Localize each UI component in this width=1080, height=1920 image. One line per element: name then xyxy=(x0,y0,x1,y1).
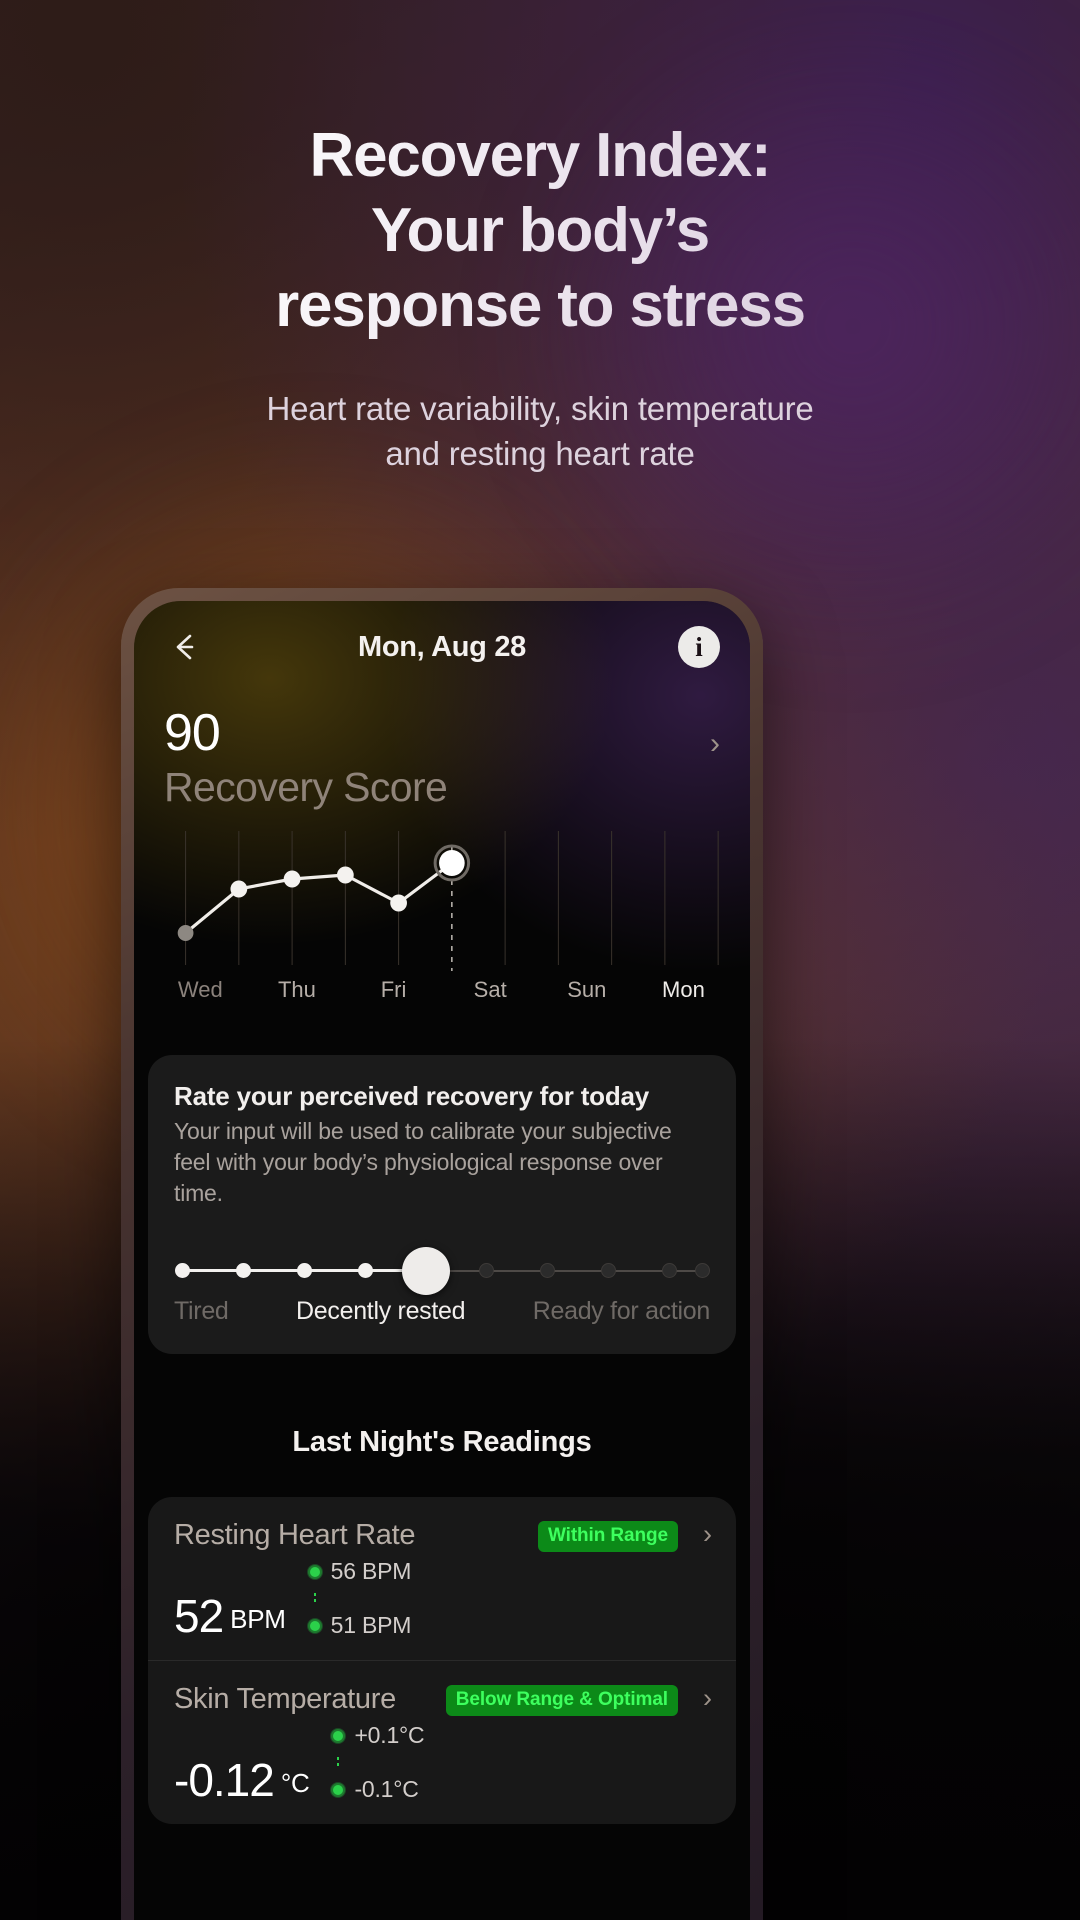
range-connector-icon xyxy=(337,1757,340,1768)
reading-range-high-line: 56 BPM xyxy=(307,1558,412,1585)
hero-subtitle-line-1: Heart rate variability, skin temperature xyxy=(266,390,814,427)
reading-value: -0.12 xyxy=(174,1754,275,1806)
slider-step-dot[interactable] xyxy=(600,1263,616,1278)
readings-section-title: Last Night's Readings xyxy=(292,1426,592,1458)
reading-range-high-line: +0.1°C xyxy=(331,1722,425,1749)
hero-subtitle-line-2: and resting heart rate xyxy=(385,435,695,472)
hero-title-line-3: response to stress xyxy=(275,271,805,340)
range-connector-icon xyxy=(313,1593,316,1604)
hero-title-line-1: Recovery Index: xyxy=(309,121,771,190)
chart-point xyxy=(336,866,354,884)
chevron-right-icon[interactable]: › xyxy=(703,1519,712,1550)
slider-label-low: Tired xyxy=(174,1297,229,1325)
hero-copy: Recovery Index: Your body’s response to … xyxy=(0,118,1080,476)
recovery-score-label: Recovery Score xyxy=(164,764,448,810)
chart-day-label: Wed xyxy=(177,977,223,1002)
slider-handle[interactable] xyxy=(402,1247,451,1295)
slider-step-dot[interactable] xyxy=(175,1263,190,1278)
chart-svg xyxy=(177,831,719,971)
range-dot-icon xyxy=(331,1728,346,1743)
recovery-score-value: 90 xyxy=(164,704,221,762)
reading-range: 56 BPM 51 BPM xyxy=(307,1558,412,1639)
slider-step-dot[interactable] xyxy=(540,1263,556,1278)
chart-day-labels: Wed Thu Fri Sat Sun Mon xyxy=(134,977,750,1003)
chart-day-label: Thu xyxy=(277,977,316,1002)
rating-card-description: Your input will be used to calibrate you… xyxy=(174,1116,710,1209)
chart-point xyxy=(230,880,248,898)
range-dot-icon xyxy=(307,1618,322,1633)
chart-point xyxy=(390,894,407,912)
chevron-right-icon[interactable]: › xyxy=(710,727,720,761)
slider-track-remaining xyxy=(426,1270,702,1272)
reading-range-low: 51 BPM xyxy=(330,1612,412,1638)
reading-range-connector-line xyxy=(308,1585,412,1612)
status-badge: Below Range & Optimal xyxy=(445,1685,678,1716)
hero-subtitle: Heart rate variability, skin temperature… xyxy=(0,386,1080,476)
reading-body: 52 BPM 56 BPM 51 BPM xyxy=(174,1558,710,1640)
chart-point xyxy=(283,870,301,888)
header-date-title: Mon, Aug 28 xyxy=(357,630,526,663)
table-row[interactable]: Resting Heart Rate 52 BPM 56 BPM 51 BPM … xyxy=(148,1497,736,1660)
hero-title: Recovery Index: Your body’s response to … xyxy=(0,118,1080,343)
reading-range-high: 56 BPM xyxy=(330,1558,412,1584)
reading-value: 52 xyxy=(174,1590,224,1642)
recovery-trend-chart[interactable] xyxy=(156,823,728,973)
slider-labels: Tired Decently rested Ready for action xyxy=(174,1297,710,1326)
recovery-score-block[interactable]: 90 Recovery Score › xyxy=(134,693,750,813)
slider-label-current: Decently rested xyxy=(296,1297,466,1325)
app-header: Mon, Aug 28 i xyxy=(134,601,750,693)
chart-day-label: Sun xyxy=(567,977,607,1002)
phone-mockup: Mon, Aug 28 i 90 Recovery Score › Wed Th… xyxy=(121,588,763,1920)
reading-range-low: -0.1°C xyxy=(354,1776,419,1802)
chart-day-label: Fri xyxy=(380,977,407,1002)
chart-day-label: Mon xyxy=(662,977,705,1002)
reading-range-low-line: -0.1°C xyxy=(331,1776,424,1803)
chart-point-selected xyxy=(439,850,465,876)
chevron-right-icon[interactable]: › xyxy=(703,1683,712,1714)
range-dot-icon xyxy=(331,1782,346,1797)
slider-step-dot[interactable] xyxy=(235,1263,251,1278)
slider-step-dot[interactable] xyxy=(695,1263,710,1278)
table-row[interactable]: Skin Temperature -0.12 °C +0.1°C -0.1°C … xyxy=(148,1660,736,1824)
reading-range-high: +0.1°C xyxy=(354,1722,425,1748)
hero-title-line-2: Your body’s xyxy=(370,196,710,265)
slider-label-high: Ready for action xyxy=(532,1297,711,1325)
slider-step-dot[interactable] xyxy=(661,1263,677,1278)
reading-range-connector-line xyxy=(331,1749,424,1776)
reading-range: +0.1°C -0.1°C xyxy=(331,1722,425,1803)
chart-day-label: Sat xyxy=(473,977,507,1002)
reading-unit: BPM xyxy=(230,1604,286,1634)
chart-point xyxy=(177,925,194,941)
phone-screen: Mon, Aug 28 i 90 Recovery Score › Wed Th… xyxy=(134,601,750,1920)
chart-line xyxy=(184,861,454,935)
readings-list: Resting Heart Rate 52 BPM 56 BPM 51 BPM … xyxy=(148,1497,736,1824)
info-icon[interactable]: i xyxy=(678,626,720,668)
slider-step-dot[interactable] xyxy=(296,1263,312,1278)
slider-step-dot[interactable] xyxy=(357,1263,373,1278)
range-dot-icon xyxy=(307,1564,322,1579)
reading-unit: °C xyxy=(280,1768,310,1798)
perceived-recovery-card: Rate your perceived recovery for today Y… xyxy=(148,1055,736,1354)
status-badge: Within Range xyxy=(537,1521,678,1552)
reading-range-low-line: 51 BPM xyxy=(307,1612,412,1639)
rating-card-description-line-2: with your body’s physiological response … xyxy=(174,1149,663,1206)
rating-card-title: Rate your perceived recovery for today xyxy=(174,1081,650,1111)
slider-step-dot[interactable] xyxy=(479,1263,495,1278)
reading-body: -0.12 °C +0.1°C -0.1°C xyxy=(174,1722,710,1804)
perceived-recovery-slider[interactable] xyxy=(175,1243,710,1299)
